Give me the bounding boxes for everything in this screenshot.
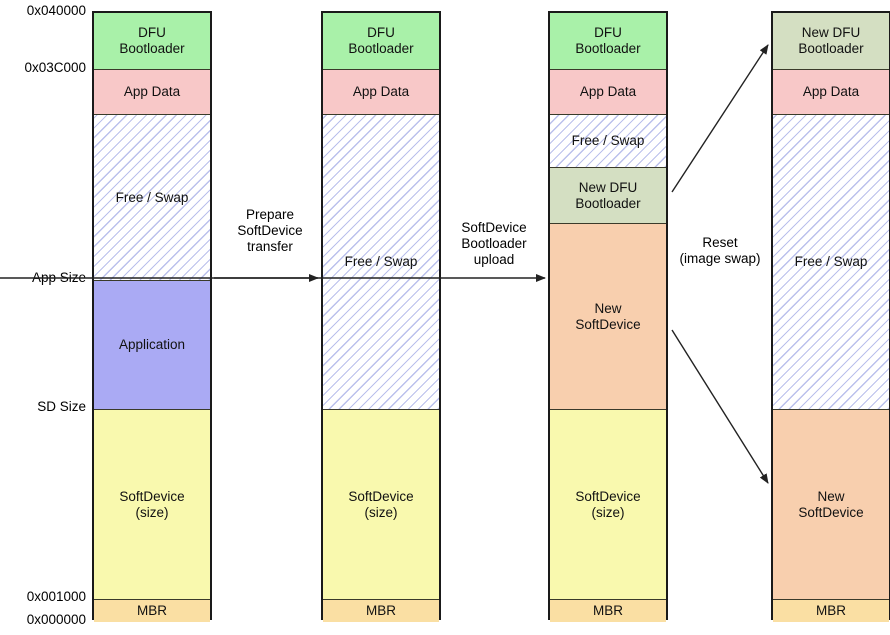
memory-column-after-softdevice-bootloader-upload: DFU Bootloader App Data Free / Swap New DFU… <box>548 11 668 622</box>
memory-block: Free / Swap <box>323 115 439 410</box>
memory-block-label: MBR <box>816 603 846 619</box>
memory-block: New SoftDevice <box>773 410 889 600</box>
arrow-bootloader-swap <box>671 44 769 193</box>
memory-block-label: New DFU Bootloader <box>798 25 864 56</box>
memory-block: App Data <box>550 70 666 115</box>
memory-block: App Data <box>323 70 439 115</box>
memory-column-initial-state: DFU Bootloader App Data Free / Swap Applica… <box>92 11 212 622</box>
flow-label-prepare-softdevice-transfer: Prepare SoftDevice transfer <box>237 207 303 255</box>
memory-block: New DFU Bootloader <box>550 168 666 224</box>
memory-block: Free / Swap <box>94 115 210 281</box>
memory-block: App Data <box>94 70 210 115</box>
memory-block-label: SoftDevice (size) <box>575 488 641 520</box>
address-label: 0x03C000 <box>24 60 86 75</box>
memory-block: New DFU Bootloader <box>773 13 889 70</box>
address-label: 0x040000 <box>26 3 86 18</box>
memory-block-label: Free / Swap <box>571 133 645 149</box>
memory-block-label: DFU Bootloader <box>348 25 414 56</box>
memory-block-label: MBR <box>137 603 167 619</box>
memory-block-label: DFU Bootloader <box>575 25 641 56</box>
flow-label-reset-image-swap: Reset (image swap) <box>679 235 761 267</box>
memory-block-label: New DFU Bootloader <box>575 179 641 211</box>
address-label: 0x001000 <box>26 589 86 604</box>
memory-block-label: Free / Swap <box>344 254 418 270</box>
address-label: SD Size <box>37 399 86 414</box>
memory-block-label: DFU Bootloader <box>119 25 185 56</box>
memory-block-label: Application <box>118 337 186 353</box>
memory-block: SoftDevice (size) <box>550 410 666 600</box>
memory-block: SoftDevice (size) <box>94 410 210 600</box>
memory-block-label: Free / Swap <box>794 254 868 270</box>
memory-block-label: SoftDevice (size) <box>119 488 185 520</box>
memory-block: MBR <box>323 600 439 622</box>
memory-block: Application <box>94 281 210 410</box>
memory-layout-diagram: 0x040000 0x03C000 App Size SD Size 0x001000 0… <box>0 0 890 635</box>
address-label: 0x000000 <box>26 612 86 627</box>
memory-block: App Data <box>773 70 889 115</box>
memory-block-label: Free / Swap <box>115 189 189 205</box>
flow-label-softdevice-bootloader-upload: SoftDevice Bootloader upload <box>461 220 527 268</box>
memory-block-label: New SoftDevice <box>798 488 864 520</box>
memory-block-label: SoftDevice (size) <box>348 488 414 520</box>
memory-block-label: MBR <box>593 603 623 619</box>
memory-block: MBR <box>94 600 210 622</box>
memory-block: Free / Swap <box>773 115 889 410</box>
memory-block-label: App Data <box>802 84 860 100</box>
memory-block: Free / Swap <box>550 115 666 168</box>
memory-block: SoftDevice (size) <box>323 410 439 600</box>
memory-column-after-prepare-transfer: DFU Bootloader App Data Free / Swap SoftDev… <box>321 11 441 622</box>
memory-block-label: New SoftDevice <box>575 300 641 332</box>
address-label: App Size <box>31 270 86 285</box>
memory-block-label: App Data <box>579 84 637 100</box>
memory-block: MBR <box>773 600 889 622</box>
memory-block-label: MBR <box>366 603 396 619</box>
memory-block: DFU Bootloader <box>94 13 210 70</box>
memory-column-after-reset-image-swap: New DFU Bootloader App Data Free / Swap New… <box>771 11 890 622</box>
memory-block: DFU Bootloader <box>550 13 666 70</box>
arrow-softdevice-swap <box>671 329 769 484</box>
memory-block-label: App Data <box>123 84 181 100</box>
memory-block-label: App Data <box>352 84 410 100</box>
memory-block: New SoftDevice <box>550 224 666 410</box>
memory-block: MBR <box>550 600 666 622</box>
memory-block: DFU Bootloader <box>323 13 439 70</box>
